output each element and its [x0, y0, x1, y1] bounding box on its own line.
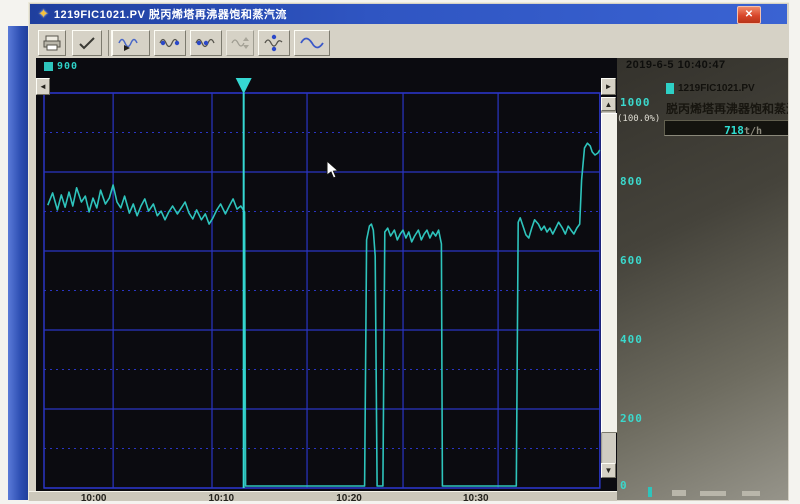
- close-button[interactable]: ✕: [737, 6, 761, 24]
- trend-line: [48, 143, 600, 486]
- vertical-scrollbar-thumb[interactable]: [601, 113, 618, 433]
- y-tick-label: 600: [620, 254, 643, 267]
- datetime-label: 2019-6-5 10:40:47: [626, 59, 726, 71]
- scale-points-icon: [264, 34, 284, 52]
- photo-artifact: [672, 490, 686, 496]
- photo-artifact: [742, 491, 760, 496]
- x-tick-label: 10:20: [336, 493, 362, 504]
- trend-run-icon: [118, 35, 144, 51]
- scale-up-down-button[interactable]: [226, 30, 254, 56]
- scale-up-down-icon: [231, 35, 249, 51]
- background-window-edge: [8, 26, 30, 500]
- marker-step-back-icon: [159, 35, 181, 51]
- pen-legend: 900: [44, 60, 78, 72]
- x-tick-label: 10:30: [463, 493, 489, 504]
- tag-description: 脱丙烯塔再沸器饱和蒸汽流: [666, 100, 788, 114]
- x-tick-label: 10:10: [209, 493, 235, 504]
- y-tick-label: 800: [620, 175, 643, 188]
- time-cursor-marker: [236, 78, 252, 94]
- marker-step-forward-button[interactable]: [190, 30, 222, 56]
- mouse-cursor: [326, 160, 340, 180]
- tag-color-chip: [666, 83, 674, 94]
- smooth-wave-button[interactable]: [294, 30, 330, 56]
- pan-right-button[interactable]: ►: [601, 78, 616, 95]
- y-tick-label: 0: [620, 479, 628, 492]
- photo-artifact: [700, 491, 726, 496]
- smooth-wave-icon: [300, 36, 324, 50]
- confirm-check-icon: [78, 36, 96, 50]
- scroll-up-button[interactable]: ▲: [601, 97, 616, 111]
- marker-step-back-button[interactable]: [154, 30, 186, 56]
- y-tick-label: 400: [620, 333, 643, 346]
- value-readout: 718: [724, 124, 744, 137]
- tag-row[interactable]: 1219FIC1021.PV: [666, 83, 788, 94]
- toolbar: [30, 24, 787, 61]
- photo-artifact-teal: [648, 487, 652, 497]
- value-unit: t/h: [744, 126, 762, 137]
- trend-plot[interactable]: [36, 58, 617, 491]
- value-readout-box: 718t/h: [664, 120, 788, 136]
- x-tick-label: 10:00: [81, 493, 107, 504]
- tag-name: 1219FIC1021.PV: [678, 83, 755, 94]
- scale-points-button[interactable]: [258, 30, 290, 56]
- print-report-button[interactable]: [38, 30, 66, 56]
- pan-left-button[interactable]: ◄: [36, 78, 50, 95]
- confirm-button[interactable]: [72, 30, 102, 56]
- pen-color-chip: [44, 62, 53, 71]
- pen-legend-label: 900: [57, 61, 78, 72]
- app-diamond-icon: ✦: [38, 6, 49, 22]
- print-report-icon: [43, 35, 61, 51]
- y-tick-label: 200: [620, 412, 643, 425]
- marker-step-forward-icon: [195, 35, 217, 51]
- window-title: 1219FIC1021.PV 脱丙烯塔再沸器饱和蒸汽流: [54, 6, 287, 22]
- titlebar[interactable]: ✦ 1219FIC1021.PV 脱丙烯塔再沸器饱和蒸汽流 ✕: [30, 4, 787, 24]
- scroll-down-button[interactable]: ▼: [601, 463, 616, 478]
- y-tick-label: 1000: [620, 96, 651, 109]
- trend-run-button[interactable]: [112, 30, 150, 56]
- range-percent-label: (100.0%): [617, 114, 660, 124]
